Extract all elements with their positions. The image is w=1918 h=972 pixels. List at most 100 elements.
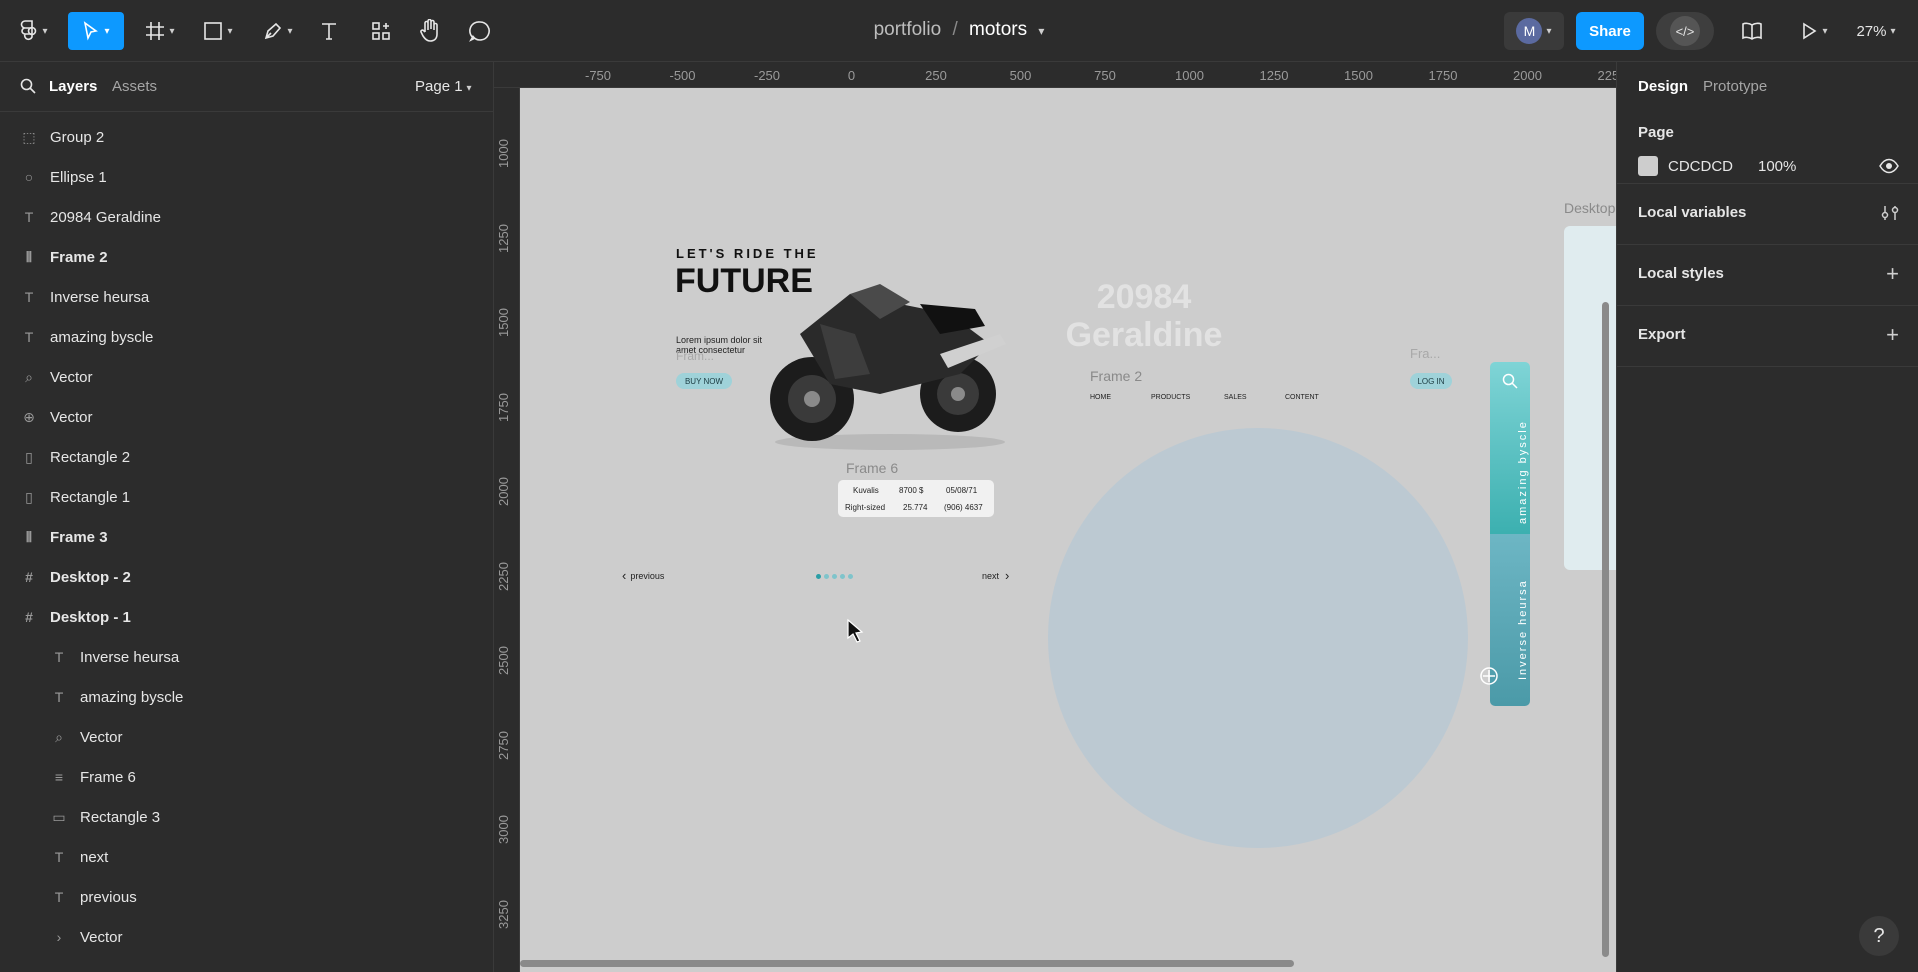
layer-row[interactable]: ▯ Rectangle 2: [0, 437, 493, 477]
log-in-button[interactable]: LOG IN: [1410, 373, 1452, 389]
buy-now-button[interactable]: BUY NOW: [676, 373, 732, 389]
motorcycle-image[interactable]: [760, 264, 1012, 454]
layer-row[interactable]: ▯ Rectangle 1: [0, 477, 493, 517]
layer-row[interactable]: › Vector: [0, 917, 493, 957]
multiplayer-avatar-button[interactable]: M ▾: [1504, 12, 1564, 50]
add-style-icon[interactable]: +: [1886, 261, 1899, 287]
frame-tool-button[interactable]: ▾: [138, 12, 182, 50]
inverse-heursa-text[interactable]: Inverse heursa: [1517, 540, 1529, 680]
layer-row[interactable]: ⌕ Vector: [0, 357, 493, 397]
help-button[interactable]: ?: [1859, 916, 1899, 956]
right-panel-tabs: Design Prototype: [1617, 62, 1918, 112]
share-button[interactable]: Share: [1576, 12, 1644, 50]
move-tool-button[interactable]: ▾: [68, 12, 124, 50]
add-export-icon[interactable]: +: [1886, 322, 1899, 348]
tab-design[interactable]: Design: [1638, 78, 1688, 95]
layer-row[interactable]: T Inverse heursa: [0, 637, 493, 677]
nav-bar[interactable]: HOME PRODUCTS SALES CONTENT: [1090, 394, 1340, 406]
layer-row[interactable]: ○ Ellipse 1: [0, 157, 493, 197]
frame-icon: #: [25, 609, 33, 625]
layer-row[interactable]: # Desktop - 2: [0, 557, 493, 597]
tab-layers[interactable]: Layers: [49, 78, 97, 95]
layer-row[interactable]: ▭ Rectangle 3: [0, 797, 493, 837]
ruler-tick-label: -250: [753, 68, 781, 83]
page-color-value[interactable]: CDCDCD: [1668, 158, 1733, 175]
layer-row[interactable]: T 20984 Geraldine: [0, 197, 493, 237]
library-button[interactable]: [1736, 12, 1768, 50]
layer-row[interactable]: ⫴ Frame 3: [0, 517, 493, 557]
crosshair-icon: ⊕: [23, 408, 35, 425]
frame6-table[interactable]: Kuvalis 8700 $ 05/08/71 Right-sized 25.7…: [838, 480, 994, 517]
hand-tool-button[interactable]: [414, 12, 446, 50]
ruler-tick-label: 1750: [1428, 68, 1458, 83]
layer-row[interactable]: ⬚ Group 2: [0, 117, 493, 157]
page-dot[interactable]: [840, 574, 845, 579]
toolbar: ▾ ▾ ▾ ▾ ▾ portfolio / motors ▾ M ▾ Share…: [0, 0, 1918, 62]
tagline-text[interactable]: LET'S RIDE THE: [676, 246, 819, 261]
pagination-dots[interactable]: [816, 574, 853, 579]
amazing-byscle-text[interactable]: amazing byscle: [1517, 384, 1529, 524]
layer-row[interactable]: ⫴ Frame 2: [0, 237, 493, 277]
variables-settings-icon[interactable]: [1881, 204, 1899, 222]
zoom-menu[interactable]: 27% ▾: [1848, 12, 1904, 50]
chevron-down-icon[interactable]: ▾: [1038, 24, 1044, 38]
page-section: Page CDCDCD 100%: [1617, 112, 1918, 184]
left-panel-tabs: Layers Assets Page 1 ▾: [0, 62, 493, 112]
canvas[interactable]: -750 -500 -250 0 250 500 750 1000 1250 1500 1750 20…: [494, 62, 1616, 972]
side-bar[interactable]: amazing byscle Inverse heursa: [1490, 362, 1530, 706]
file-name[interactable]: motors: [969, 19, 1027, 40]
frame-hash-icon: [146, 22, 165, 40]
search-icon[interactable]: [20, 78, 36, 94]
layer-row[interactable]: ⌕ Vector: [0, 717, 493, 757]
ruler-tick-label: -500: [669, 68, 696, 83]
page-color-swatch[interactable]: [1638, 156, 1658, 176]
page-dot-active[interactable]: [816, 574, 821, 579]
present-button[interactable]: ▾: [1792, 12, 1836, 50]
export-section[interactable]: Export +: [1617, 306, 1918, 367]
layer-row[interactable]: Tprevious: [0, 877, 493, 917]
previous-link[interactable]: ‹ previous: [622, 568, 664, 583]
main-menu-button[interactable]: ▾: [14, 12, 54, 50]
nav-item-content[interactable]: CONTENT: [1285, 394, 1319, 401]
search-icon[interactable]: [1502, 373, 1518, 389]
geraldine-heading[interactable]: 20984 Geraldine: [1064, 278, 1224, 354]
nav-item-products[interactable]: PRODUCTS: [1151, 394, 1190, 401]
comment-tool-button[interactable]: [464, 12, 496, 50]
page-dot[interactable]: [824, 574, 829, 579]
layer-row[interactable]: Tamazing byscle: [0, 677, 493, 717]
local-variables-section[interactable]: Local variables: [1617, 184, 1918, 245]
tab-assets[interactable]: Assets: [112, 78, 157, 95]
text-tool-button[interactable]: [314, 12, 344, 50]
layer-row[interactable]: T Inverse heursa: [0, 277, 493, 317]
ellipse-1[interactable]: [1048, 428, 1468, 848]
frame2-label: Frame 2: [1090, 368, 1143, 384]
crosshair-icon[interactable]: [1479, 666, 1499, 686]
layer-row[interactable]: ≡ Frame 6: [0, 757, 493, 797]
layer-row[interactable]: ‹Vector: [0, 957, 493, 972]
eye-icon[interactable]: [1879, 158, 1899, 174]
project-name[interactable]: portfolio: [874, 19, 942, 40]
layer-label: next: [80, 848, 109, 866]
layer-row[interactable]: Tnext: [0, 837, 493, 877]
tab-prototype[interactable]: Prototype: [1703, 78, 1767, 95]
dev-mode-toggle[interactable]: </>: [1656, 12, 1714, 50]
vertical-scrollbar[interactable]: [1602, 302, 1609, 957]
ruler-tick-label: 1000: [1175, 68, 1204, 83]
page-dot[interactable]: [832, 574, 837, 579]
local-styles-section[interactable]: Local styles +: [1617, 245, 1918, 306]
resources-button[interactable]: [366, 12, 396, 50]
rectangle-icon: [204, 22, 223, 40]
page-opacity-value[interactable]: 100%: [1758, 158, 1796, 175]
layer-row[interactable]: ⊕ Vector: [0, 397, 493, 437]
nav-item-home[interactable]: HOME: [1090, 394, 1111, 401]
nav-item-sales[interactable]: SALES: [1224, 394, 1247, 401]
next-link[interactable]: next ›: [982, 568, 1009, 583]
page-dot[interactable]: [848, 574, 853, 579]
page-selector[interactable]: Page 1 ▾: [415, 78, 472, 95]
layer-row[interactable]: # Desktop - 1: [0, 597, 493, 637]
horizontal-scrollbar[interactable]: [520, 960, 1294, 967]
pen-tool-button[interactable]: ▾: [256, 12, 300, 50]
layer-row[interactable]: Tamazing byscle: [0, 317, 493, 357]
table-cell: Kuvalis: [853, 486, 879, 495]
shape-tool-button[interactable]: ▾: [196, 12, 240, 50]
